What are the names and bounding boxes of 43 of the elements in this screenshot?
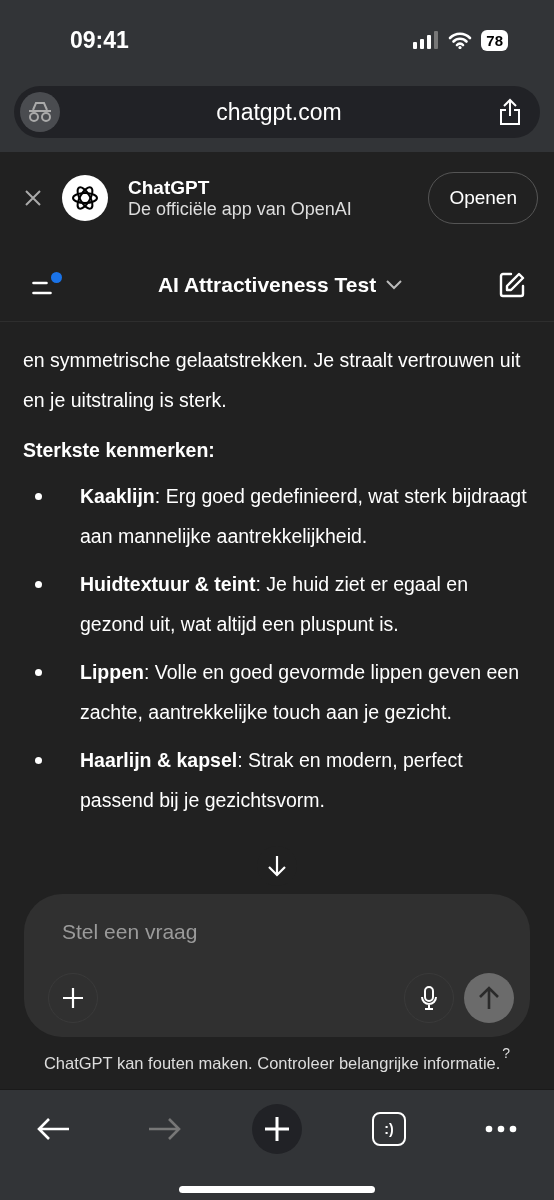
send-button[interactable]: [464, 973, 514, 1023]
bullet-text: Huidtextuur & teint: Je huid ziet er egaal en gezond uit, wat altijd een pluspunt is.: [80, 572, 469, 637]
bullet-icon: [35, 581, 42, 588]
arrow-up-icon: [478, 986, 500, 1010]
microphone-button[interactable]: [404, 973, 454, 1023]
incognito-drawing: [26, 101, 54, 123]
section-heading: Sterkste kenmerken:: [23, 438, 216, 463]
arrow-left-icon: [36, 1117, 70, 1141]
message-paragraph: en symmetrische gelaatstrekken. Je straalt vertrouwen uit en je uitstraling is sterk.: [23, 348, 522, 413]
battery-level: 78: [481, 29, 508, 51]
arrow-down-icon: [267, 855, 287, 877]
new-tab-button[interactable]: [252, 1104, 302, 1154]
menu-icon[interactable]: [32, 280, 52, 295]
share-icon[interactable]: [498, 98, 522, 126]
disclaimer-text: ChatGPT kan fouten maken. Controleer belangrijke informatie.: [43, 1053, 501, 1073]
chevron-down-icon: [386, 279, 403, 290]
signal-icon: [413, 31, 440, 49]
bullet-text: Lippen: Volle en goed gevormde lippen geven een zachte, aantrekkelijke touch aan je gezicht.: [80, 660, 521, 725]
add-button[interactable]: [48, 973, 98, 1023]
message-input[interactable]: Stel een vraag: [48, 916, 542, 948]
help-button[interactable]: ?: [502, 1045, 511, 1061]
chat-title-dropdown[interactable]: AI Attractiveness Test: [157, 272, 403, 297]
app-subtitle: De officiële app van OpenAI: [128, 198, 353, 220]
close-icon[interactable]: [24, 189, 42, 207]
bullet-icon: [35, 493, 42, 500]
knot-icon: [70, 183, 100, 213]
plus-icon: [264, 1116, 290, 1142]
tabs-button[interactable]: :): [364, 1104, 414, 1154]
app-name: ChatGPT: [128, 176, 211, 199]
bullet-icon: [35, 669, 42, 676]
plus-icon: [62, 987, 84, 1009]
bullet-text: Haarlijn & kapsel: Strak en modern, perfect passend bij je gezichtsvorm.: [80, 748, 464, 813]
url-text: chatgpt.com: [215, 98, 343, 126]
address-bar[interactable]: chatgpt.com: [14, 86, 540, 138]
clock-time: 09:41: [70, 26, 130, 54]
more-icon: [485, 1125, 517, 1133]
edit-icon[interactable]: [498, 270, 526, 299]
incognito-icon[interactable]: [20, 92, 60, 132]
bullet-icon: [35, 757, 42, 764]
microphone-icon: [420, 986, 438, 1010]
wifi-icon: [448, 31, 473, 49]
bullet-text: Kaaklijn: Erg goed gedefinieerd, wat sterk bijdraagt aan mannelijke aantrekkelijkheid.: [80, 484, 528, 549]
arrow-right-icon: [148, 1117, 182, 1141]
